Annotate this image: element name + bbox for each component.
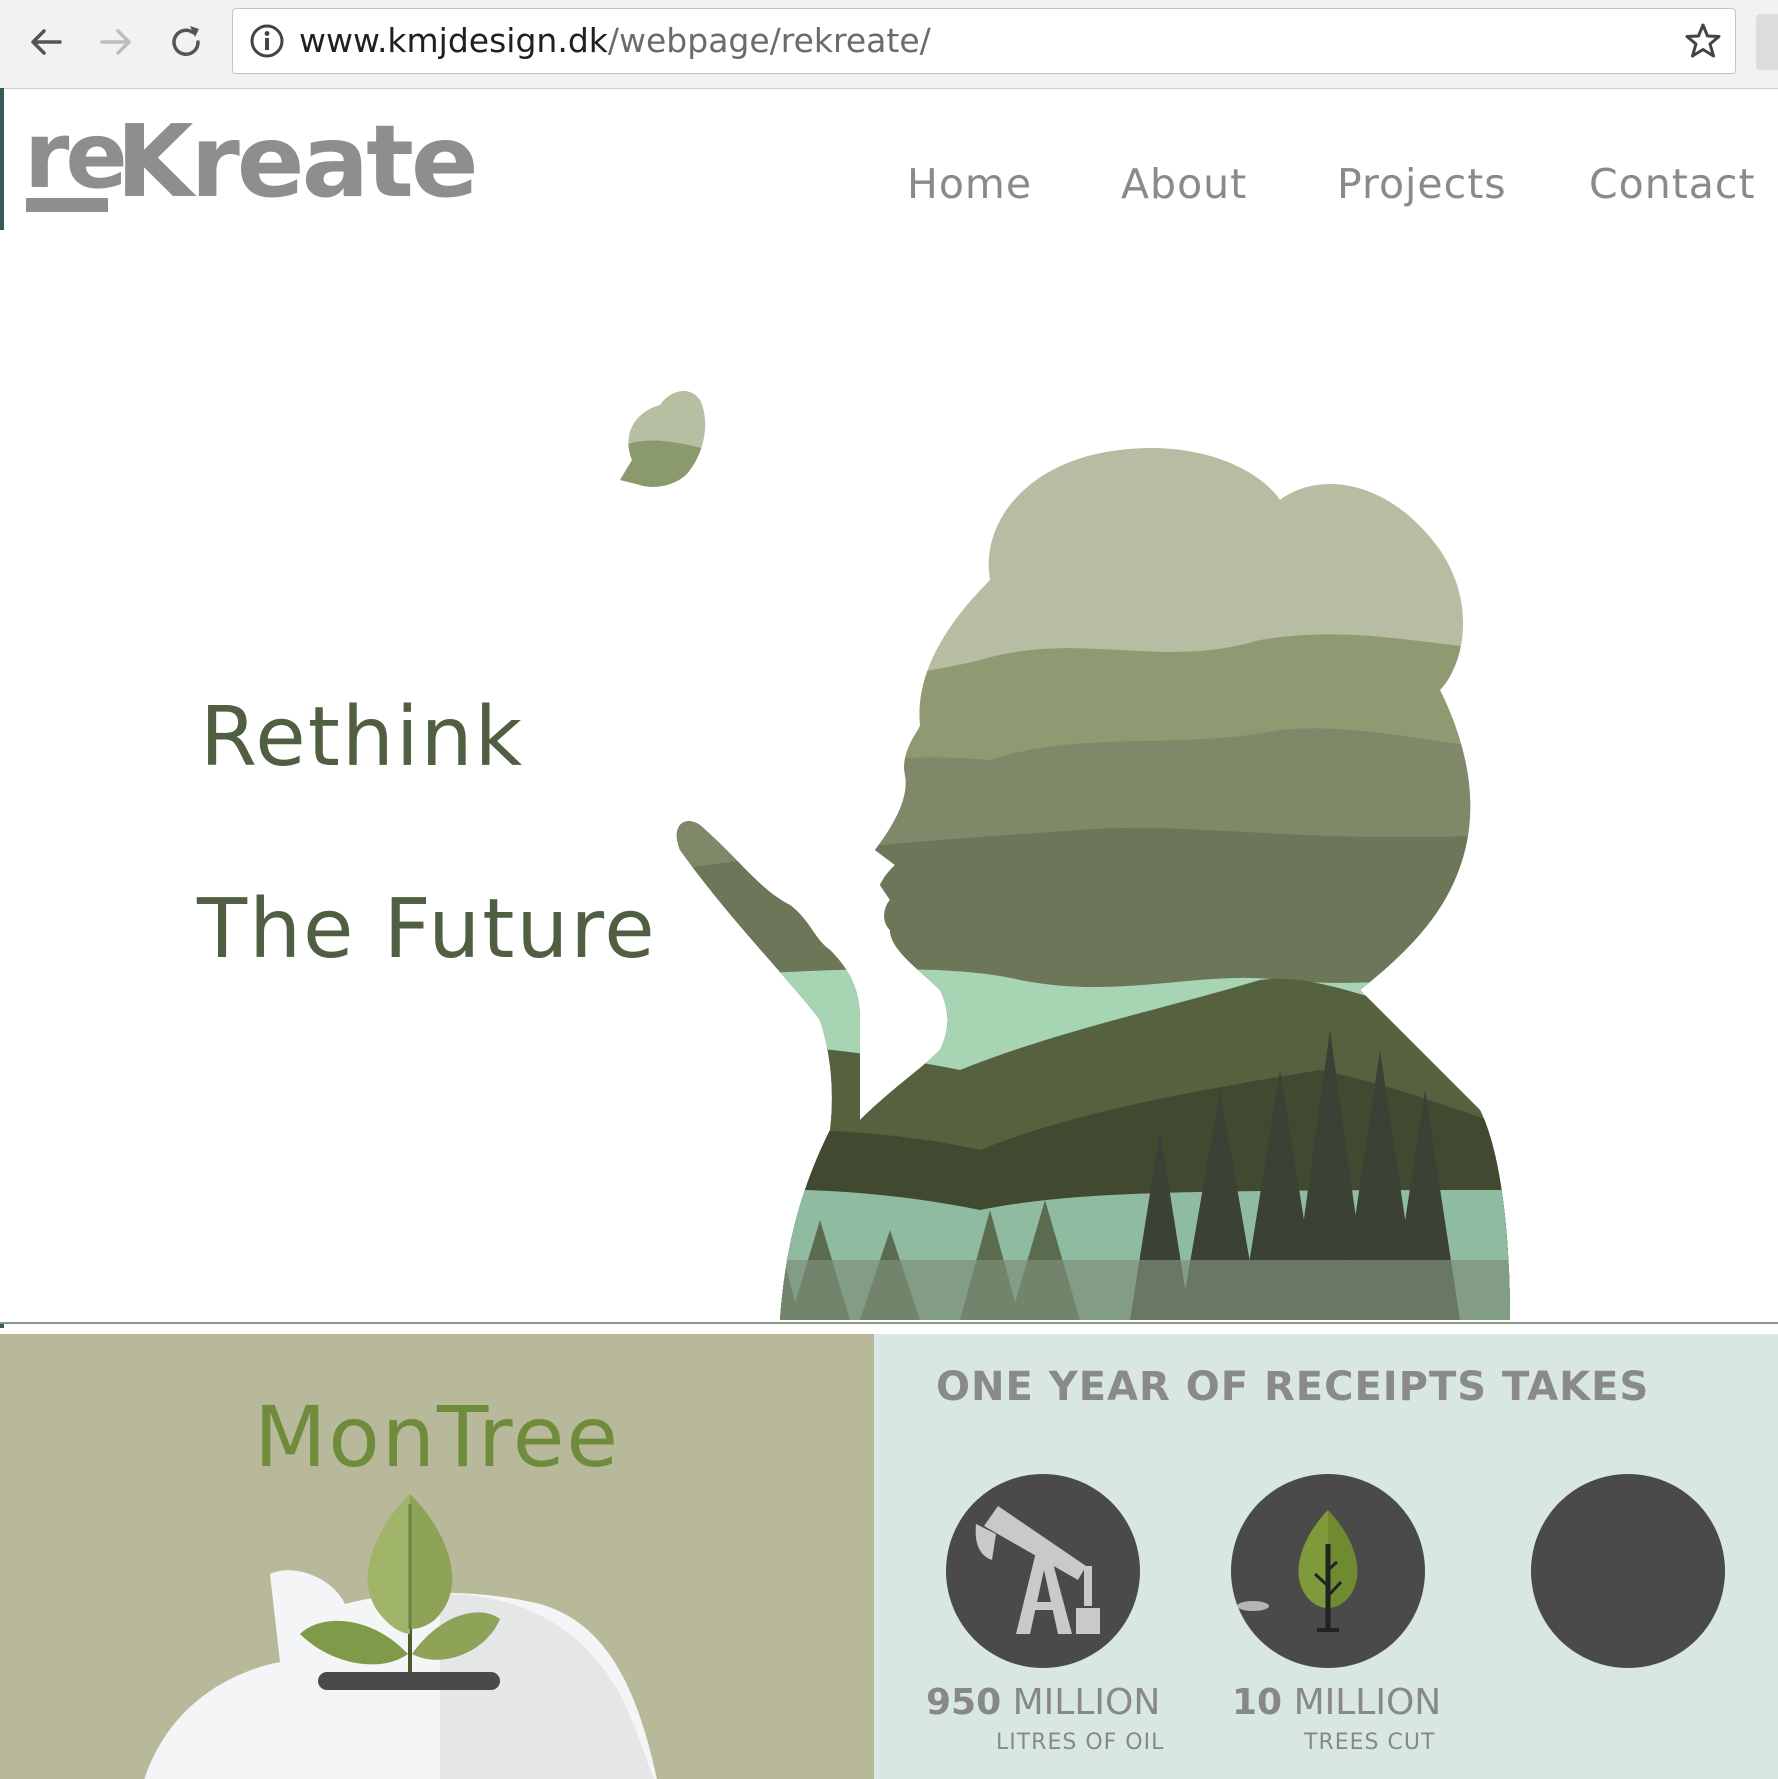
- hero-heading-line1: Rethink: [200, 690, 525, 785]
- browser-toolbar: www.kmjdesign.dk/webpage/rekreate/: [0, 0, 1778, 89]
- piggy-bank-sprout-icon: [144, 1494, 657, 1779]
- woman-silhouette-landscape-illustration: [620, 390, 1511, 1320]
- tree-icon: [1237, 1510, 1358, 1632]
- nav-link-projects[interactable]: Projects: [1337, 160, 1507, 208]
- oil-stat-value: 950 MILLION: [926, 1682, 1160, 1723]
- url-domain: www.kmjdesign.dk: [299, 21, 608, 60]
- hero-section: Rethink The Future: [0, 230, 1778, 1324]
- montree-panel[interactable]: MonTree: [0, 1334, 874, 1779]
- reload-icon: [172, 26, 200, 56]
- nav-link-about[interactable]: About: [1121, 160, 1247, 208]
- trees-stat-unit: MILLION: [1293, 1682, 1442, 1723]
- nav-link-home[interactable]: Home: [907, 160, 1032, 208]
- trees-stat-circle: [1231, 1474, 1425, 1668]
- main-navigation: Home About Projects Contact: [0, 160, 1778, 220]
- back-button[interactable]: [18, 14, 74, 70]
- oil-stat-unit: MILLION: [1012, 1682, 1161, 1723]
- trees-stat-value: 10 MILLION: [1232, 1682, 1441, 1723]
- oil-stat-circle: [946, 1474, 1140, 1668]
- trees-stat-number: 10: [1232, 1682, 1283, 1723]
- oil-stat-caption: LITRES OF OIL: [996, 1730, 1165, 1755]
- forward-button[interactable]: [88, 14, 144, 70]
- third-stat-circle: [1531, 1474, 1725, 1668]
- receipts-panel: ONE YEAR OF RECEIPTS TAKES 950 MILLION L…: [874, 1334, 1778, 1779]
- trees-stat-caption: TREES CUT: [1304, 1730, 1436, 1755]
- montree-title: MonTree: [253, 1388, 621, 1486]
- receipts-heading: ONE YEAR OF RECEIPTS TAKES: [936, 1364, 1650, 1410]
- address-bar[interactable]: www.kmjdesign.dk/webpage/rekreate/: [232, 8, 1736, 74]
- nav-link-contact[interactable]: Contact: [1589, 160, 1756, 208]
- url-path: /webpage/rekreate/: [607, 21, 931, 60]
- info-icon[interactable]: [249, 23, 285, 59]
- oil-stat-number: 950: [926, 1682, 1002, 1723]
- arrow-right-icon: [100, 29, 131, 55]
- bookmark-star-icon[interactable]: [1683, 21, 1723, 61]
- butterfly-shape: [620, 390, 706, 487]
- reload-button[interactable]: [158, 14, 214, 70]
- url-text[interactable]: www.kmjdesign.dk/webpage/rekreate/: [299, 21, 931, 61]
- arrow-left-icon: [31, 29, 62, 55]
- extension-area: [1756, 14, 1778, 70]
- silhouette-landscape: [676, 448, 1511, 1320]
- oil-pump-icon: [975, 1506, 1100, 1634]
